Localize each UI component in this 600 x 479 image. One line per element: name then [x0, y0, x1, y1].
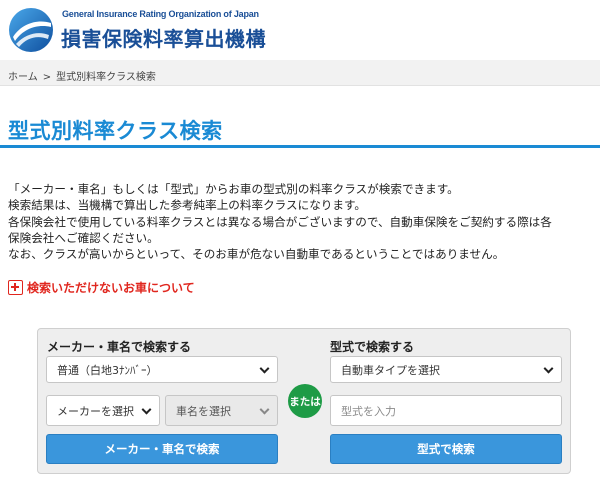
breadcrumb-current: 型式別料率クラス検索 [56, 72, 156, 83]
search-panel: メーカー・車名で検索する 普通（白地3ﾅﾝﾊﾞｰ） メーカーを選択 車名を選択 … [37, 328, 571, 474]
maker-select-value: メーカーを選択 [57, 404, 134, 418]
car-name-select-value: 車名を選択 [176, 404, 231, 418]
unsearchable-cars-label: 検索いただけないお車について [27, 280, 195, 295]
maker-select[interactable]: メーカーを選択 [46, 395, 160, 426]
model-search-button[interactable]: 型式で検索 [330, 434, 562, 464]
org-name-japanese[interactable]: 損害保険料率算出機構 [61, 23, 266, 52]
description-text: 「メーカー・車名」もしくは「型式」からお車の型式別の料率クラスが検索できます。 … [8, 181, 598, 262]
plus-icon [8, 279, 23, 295]
vehicle-type-value: 自動車タイプを選択 [341, 363, 440, 377]
model-search-heading: 型式で検索する [330, 340, 415, 354]
vehicle-class-value: 普通（白地3ﾅﾝﾊﾞｰ） [57, 363, 158, 377]
maker-search-heading: メーカー・車名で検索する [47, 340, 192, 354]
chevron-down-icon [141, 404, 152, 415]
breadcrumb: ホーム > 型式別料率クラス検索 [0, 60, 600, 86]
description-line: なお、クラスが高いからといって、そのお車が危ない自動車であるということではありま… [8, 247, 505, 262]
chevron-down-icon [543, 363, 554, 374]
description-line: 各保険会社で使用している料率クラスとは異なる場合がございますので、自動車保険をご… [8, 214, 552, 229]
unsearchable-cars-link[interactable]: 検索いただけないお車について [8, 279, 195, 295]
maker-search-button[interactable]: メーカー・車名で検索 [46, 434, 278, 464]
or-badge: または [288, 384, 322, 418]
org-name-english: General Insurance Rating Organization of… [62, 9, 259, 19]
description-line: 「メーカー・車名」もしくは「型式」からお車の型式別の料率クラスが検索できます。 [8, 182, 459, 196]
vehicle-class-select[interactable]: 普通（白地3ﾅﾝﾊﾞｰ） [46, 356, 278, 383]
site-header: General Insurance Rating Organization of… [0, 0, 600, 60]
page-title: 型式別料率クラス検索 [8, 119, 223, 143]
description-line: 検索結果は、当機構で算出した参考純率上の料率クラスになります。 [8, 198, 367, 213]
chevron-down-icon [259, 363, 270, 374]
model-input[interactable]: 型式を入力 [330, 395, 562, 426]
title-underline [0, 145, 600, 148]
model-input-placeholder: 型式を入力 [341, 404, 396, 418]
breadcrumb-separator: > [42, 72, 52, 83]
vehicle-type-select[interactable]: 自動車タイプを選択 [330, 356, 562, 383]
breadcrumb-home-link[interactable]: ホーム [8, 72, 38, 83]
organization-logo-icon[interactable] [8, 7, 54, 53]
car-name-select[interactable]: 車名を選択 [165, 395, 278, 426]
chevron-down-icon [259, 404, 270, 415]
description-line: 保険会社へご確認ください。 [8, 230, 159, 245]
